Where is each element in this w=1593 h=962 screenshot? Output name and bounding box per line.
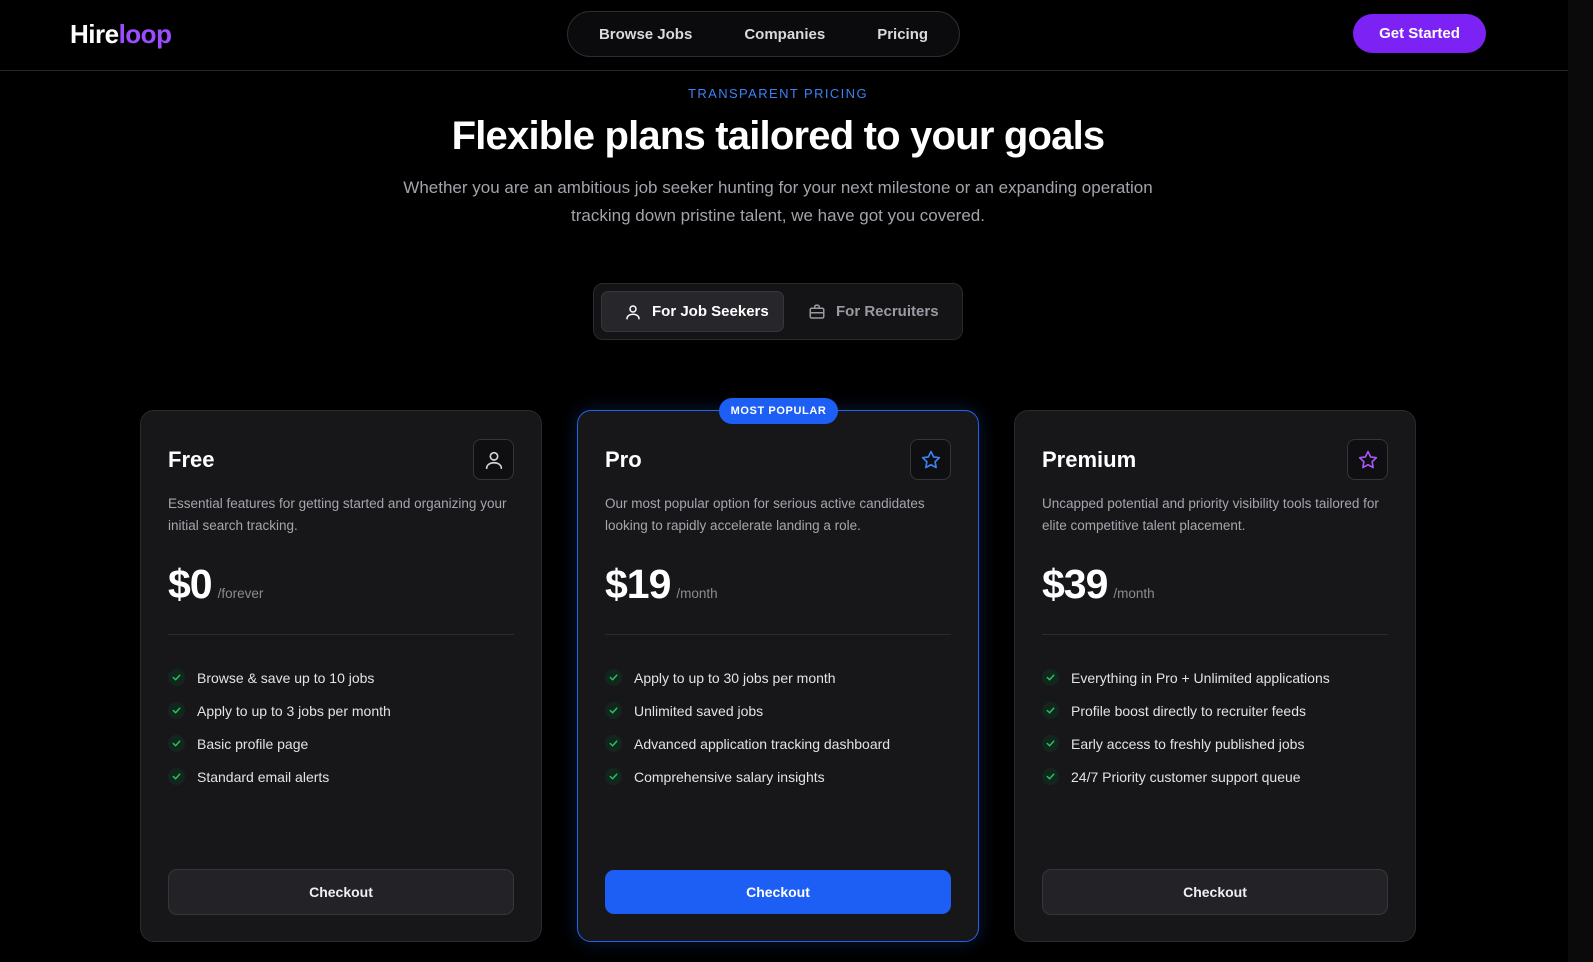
plan-name: Free [168, 447, 215, 472]
page-title: Flexible plans tailored to your goals [451, 114, 1106, 158]
feature-text: Standard email alerts [197, 768, 330, 785]
check-icon [605, 735, 622, 752]
nav-pricing[interactable]: Pricing [851, 26, 954, 43]
audience-toggle: For Job Seekers For Recruiters [593, 283, 963, 340]
star-icon [910, 439, 951, 480]
plan-price: $39 [1042, 561, 1108, 607]
feature-item: Profile boost directly to recruiter feed… [1042, 694, 1330, 727]
tab-job-seekers-label: For Job Seekers [652, 303, 769, 320]
check-icon [168, 735, 185, 752]
feature-list: Apply to up to 30 jobs per month Unlimit… [605, 661, 890, 793]
check-icon [1042, 768, 1059, 785]
feature-text: Everything in Pro + Unlimited applicatio… [1071, 669, 1330, 686]
feature-item: Early access to freshly published jobs [1042, 727, 1330, 760]
user-icon [473, 439, 514, 480]
checkout-button[interactable]: Checkout [168, 869, 514, 915]
plan-period: /month [676, 586, 718, 601]
feature-list: Browse & save up to 10 jobs Apply to up … [168, 661, 391, 793]
divider [1042, 634, 1388, 635]
logo-text-accent: loop [118, 19, 172, 49]
feature-item: Unlimited saved jobs [605, 694, 890, 727]
feature-text: Advanced application tracking dashboard [634, 735, 891, 752]
plan-name: Premium [1042, 447, 1137, 472]
divider [605, 634, 951, 635]
feature-item: Advanced application tracking dashboard [605, 727, 890, 760]
check-icon [168, 702, 185, 719]
section-eyebrow: TRANSPARENT PRICING [688, 86, 868, 101]
feature-item: Everything in Pro + Unlimited applicatio… [1042, 661, 1330, 694]
user-icon [626, 304, 640, 319]
feature-item: 24/7 Priority customer support queue [1042, 760, 1330, 793]
plan-card-premium: Premium Uncapped potential and priority … [1014, 410, 1416, 942]
feature-item: Comprehensive salary insights [605, 760, 890, 793]
tab-job-seekers[interactable]: For Job Seekers [601, 291, 784, 332]
tab-recruiters-label: For Recruiters [836, 303, 939, 320]
get-started-button[interactable]: Get Started [1353, 14, 1486, 53]
feature-text: Early access to freshly published jobs [1071, 735, 1305, 752]
star-icon [1347, 439, 1388, 480]
feature-text: Profile boost directly to recruiter feed… [1071, 702, 1306, 719]
feature-item: Standard email alerts [168, 760, 391, 793]
feature-item: Basic profile page [168, 727, 391, 760]
checkout-button[interactable]: Checkout [1042, 869, 1388, 915]
check-icon [1042, 669, 1059, 686]
site-header: Hireloop Browse Jobs Companies Pricing G… [0, 0, 1568, 71]
check-icon [168, 669, 185, 686]
feature-list: Everything in Pro + Unlimited applicatio… [1042, 661, 1330, 793]
plan-card-pro: MOST POPULAR Pro Our most popular option… [577, 398, 979, 942]
feature-item: Apply to up to 30 jobs per month [605, 661, 890, 694]
most-popular-badge: MOST POPULAR [719, 398, 838, 424]
feature-text: Apply to up to 3 jobs per month [197, 702, 391, 719]
main-nav: Browse Jobs Companies Pricing [567, 11, 960, 57]
briefcase-icon [809, 304, 825, 319]
plan-period: /month [1113, 586, 1155, 601]
page-subtitle: Whether you are an ambitious job seeker … [403, 178, 1153, 225]
scrollbar[interactable] [1568, 0, 1593, 962]
check-icon [1042, 702, 1059, 719]
feature-text: Comprehensive salary insights [634, 768, 825, 785]
check-icon [605, 768, 622, 785]
check-icon [605, 702, 622, 719]
plan-description: Our most popular option for serious acti… [605, 496, 925, 533]
plan-card-free: Free Essential features for getting star… [140, 410, 542, 942]
feature-text: Browse & save up to 10 jobs [197, 669, 375, 686]
plan-price: $19 [605, 561, 671, 607]
check-icon [605, 669, 622, 686]
feature-item: Browse & save up to 10 jobs [168, 661, 391, 694]
price-row: $0 /forever [168, 561, 263, 608]
tab-recruiters[interactable]: For Recruiters [788, 291, 956, 332]
feature-text: Unlimited saved jobs [634, 702, 764, 719]
feature-item: Apply to up to 3 jobs per month [168, 694, 391, 727]
checkout-button[interactable]: Checkout [605, 870, 951, 914]
nav-browse-jobs[interactable]: Browse Jobs [573, 26, 718, 43]
check-icon [1042, 735, 1059, 752]
plan-description: Essential features for getting started a… [168, 496, 507, 533]
plan-price: $0 [168, 561, 213, 607]
feature-text: 24/7 Priority customer support queue [1071, 768, 1301, 785]
feature-text: Apply to up to 30 jobs per month [634, 669, 836, 686]
nav-companies[interactable]: Companies [718, 26, 851, 43]
logo[interactable]: Hireloop [70, 19, 172, 50]
plan-period: /forever [217, 586, 264, 601]
price-row: $19 /month [605, 561, 718, 608]
logo-text-primary: Hire [70, 19, 119, 49]
plan-description: Uncapped potential and priority visibili… [1042, 496, 1379, 533]
feature-text: Basic profile page [197, 735, 309, 752]
plan-name: Pro [605, 447, 642, 472]
check-icon [168, 768, 185, 785]
price-row: $39 /month [1042, 561, 1155, 608]
divider [168, 634, 514, 635]
